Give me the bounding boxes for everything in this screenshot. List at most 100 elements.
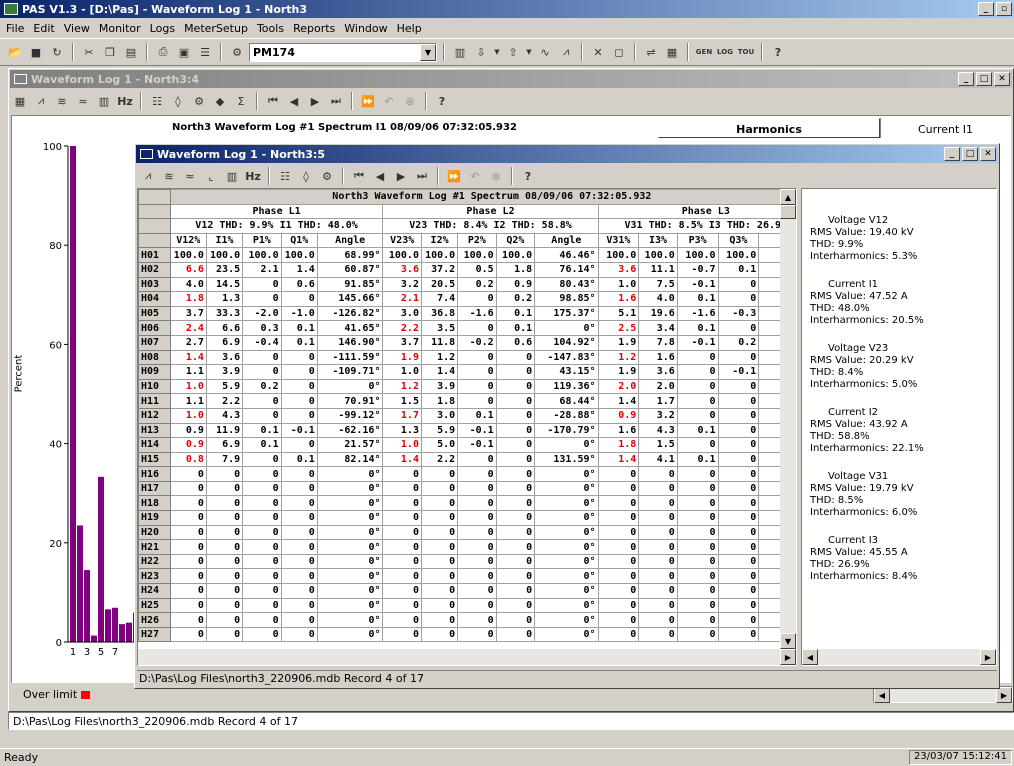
first-record-icon[interactable]: ⏮ [350,168,368,185]
play-icon[interactable]: ⏩ [359,93,377,110]
scroll-left-icon[interactable]: ◀ [802,649,818,665]
device-select[interactable]: PM174 ▼ [249,42,437,62]
next-record-icon[interactable]: ▶ [392,168,410,185]
table-row[interactable]: H09 1.1 3.9 0 0 -109.71° 1.0 1.4 0 0 43.15° 1.9 3.6 0… [138,364,780,380]
spectrum-icon[interactable]: ▥ [223,168,241,185]
table-row[interactable]: H12 1.0 4.3 0 0 -99.12° 1.7 3.0 0.1 0 -28.88° 0.9 3.… [138,407,780,424]
menu-item-tools[interactable]: Tools [257,22,284,35]
channels-icon[interactable]: ☷ [148,93,166,110]
table-hscrollbar[interactable]: ▶ [138,649,796,665]
save-icon[interactable]: ■ [27,44,45,61]
table-row[interactable]: H24 0 0 0 0 0° 0 0 0 0 0° 0 0 0 0 [138,583,780,599]
delete-icon[interactable]: ✕ [589,44,607,61]
table-row[interactable]: H17 0 0 0 0 0° 0 0 0 0 0° 0 0 0 0 [138,480,780,497]
minimize-button[interactable]: _ [944,147,960,161]
play-icon[interactable]: ⏩ [445,168,463,185]
next-record-icon[interactable]: ▶ [306,93,324,110]
menu-item-edit[interactable]: Edit [33,22,54,35]
close-button[interactable]: ✕ [980,147,996,161]
zoom-icon[interactable]: ◆ [211,93,229,110]
options-icon[interactable]: ⚙ [318,168,336,185]
marker-icon[interactable]: ◊ [297,168,315,185]
menu-item-metersetup[interactable]: MeterSetup [184,22,248,35]
previous-record-icon[interactable]: ◀ [285,93,303,110]
last-record-icon[interactable]: ⏭ [327,93,345,110]
menu-item-logs[interactable]: Logs [150,22,175,35]
scroll-up-icon[interactable]: ▲ [780,189,796,205]
upload-icon[interactable]: ⇧ [504,44,522,61]
waveform-overlay-icon[interactable]: ≋ [160,168,178,185]
waveform-stack-icon[interactable]: ≈ [74,93,92,110]
table-row[interactable]: H06 2.4 6.6 0.3 0.1 41.65° 2.2 3.5 0 0.1 0° 2.5 3.4 0… [138,320,780,336]
table-row[interactable]: H16 0 0 0 0 0° 0 0 0 0 0° 0 0 0 0 [138,466,780,482]
stop-icon[interactable]: ⊗ [401,93,419,110]
properties-icon[interactable]: ☰ [196,44,214,61]
maximize-button[interactable]: □ [962,147,978,161]
summary-hscrollbar[interactable]: ◀ ▶ [802,649,996,665]
table-row[interactable]: H20 0 0 0 0 0° 0 0 0 0 0° 0 0 0 0 [138,524,780,541]
open-icon[interactable]: 📂 [6,44,24,61]
restore-button[interactable]: ▫ [996,2,1012,16]
table-row[interactable]: H03 4.0 14.5 0 0.6 91.85° 3.2 20.5 0.2 0.9 80.43° 1… [138,276,780,293]
menu-item-monitor[interactable]: Monitor [99,22,141,35]
copy-icon[interactable]: ❐ [101,44,119,61]
scroll-right-icon[interactable]: ▶ [780,649,796,665]
minimize-button[interactable]: _ [978,2,994,16]
waveform-icon[interactable]: ∿ [536,44,554,61]
help-icon[interactable]: ? [519,168,537,185]
table-vscrollbar[interactable]: ▲ ▼ [780,189,796,649]
first-record-icon[interactable]: ⏮ [264,93,282,110]
dropdown-arrow-icon[interactable]: ▼ [525,44,533,61]
waveform-stack-icon[interactable]: ≈ [181,168,199,185]
table-row[interactable]: H01 100.0 100.0 100.0 100.0 68.99° 100.0 100.0 1… [138,247,780,263]
options-icon[interactable]: ⚙ [190,93,208,110]
table-row[interactable]: H02 6.6 23.5 2.1 1.4 60.87° 3.6 37.2 0.5 1.8 76.14… [138,261,780,278]
table-row[interactable]: H101.05.90.200°1.23.900119.36°2.02.000-2… [138,378,780,395]
previous-record-icon[interactable]: ◀ [371,168,389,185]
log-icon[interactable]: LOG [716,44,734,61]
download-icon[interactable]: ⇩ [472,44,490,61]
table-row[interactable]: H21 0 0 0 0 0° 0 0 0 0 0° 0 0 0 0 [138,539,780,555]
scroll-right-icon[interactable]: ▶ [980,649,996,665]
table-row[interactable]: H18 0 0 0 0 0° 0 0 0 0 0° 0 0 0 0 [138,495,780,512]
refresh-icon[interactable]: ↻ [48,44,66,61]
scroll-left-icon[interactable]: ◀ [874,687,890,703]
table-view-icon[interactable]: ▦ [11,93,29,110]
meter-icon[interactable]: ▣ [175,44,193,61]
last-record-icon[interactable]: ⏭ [413,168,431,185]
table-row[interactable]: H26 0 0 0 0 0° 0 0 0 0 0° 0 0 0 0 [138,612,780,628]
gen-icon[interactable]: GEN [695,44,713,61]
menu-item-view[interactable]: View [64,22,90,35]
scroll-down-icon[interactable]: ▼ [780,633,796,649]
table-row[interactable]: H19 0 0 0 0 0° 0 0 0 0 0° 0 0 0 0 [138,510,780,526]
table-icon[interactable]: ▥ [451,44,469,61]
marker-icon[interactable]: ◊ [169,93,187,110]
menu-item-window[interactable]: Window [344,22,387,35]
table-row[interactable]: H05 3.7 33.3 -2.0 -1.0 -126.82° 3.0 36.8 -1.6 0.1… [138,305,780,322]
table-row[interactable]: H15 0.8 7.9 0 0.1 82.14° 1.4 2.2 0 0 131.59° 1.4 4.1… [138,451,780,468]
menu-item-file[interactable]: File [6,22,24,35]
frequency-icon[interactable]: Hz [116,93,134,110]
table-row[interactable]: H27 0 0 0 0 0° 0 0 0 0 0° 0 0 0 0 [138,626,780,643]
cut-icon[interactable]: ✂ [80,44,98,61]
table-row[interactable]: H14 0.9 6.9 0.1 0 21.57° 1.0 5.0 -0.1 0 0° 1.8 1.5 0 0… [138,437,780,453]
table-row[interactable]: H08 1.4 3.6 0 0 -111.59° 1.9 1.2 0 0 -147.83° 1.2 1.… [138,349,780,366]
table-row[interactable]: H04 1.8 1.3 0 0 145.66° 2.1 7.4 0 0.2 98.85° 1.6 4.0… [138,291,780,307]
stop-icon[interactable]: ⊗ [487,168,505,185]
frequency-icon[interactable]: Hz [244,168,262,185]
menu-item-reports[interactable]: Reports [293,22,335,35]
undo-icon[interactable]: ↶ [380,93,398,110]
waveform-icon[interactable]: ⩘ [32,93,50,110]
waveform-icon[interactable]: ⩘ [139,168,157,185]
menu-item-help[interactable]: Help [397,22,422,35]
undo-icon[interactable]: ↶ [466,168,484,185]
tou-icon[interactable]: TOU [737,44,755,61]
table-row[interactable]: H07 2.7 6.9 -0.4 0.1 146.90° 3.7 11.8 -0.2 0.6 104… [138,334,780,351]
trend-icon[interactable]: ⩘ [557,44,575,61]
table-row[interactable]: H13 0.9 11.9 0.1 -0.1 -62.16° 1.3 5.9 -0.1 0 -170.… [138,422,780,439]
spectrum-icon[interactable]: ▥ [95,93,113,110]
scroll-right-icon[interactable]: ▶ [996,687,1012,703]
connect-icon[interactable]: ⚙ [228,44,246,61]
paste-icon[interactable]: ▤ [122,44,140,61]
waveform-overlay-icon[interactable]: ≋ [53,93,71,110]
